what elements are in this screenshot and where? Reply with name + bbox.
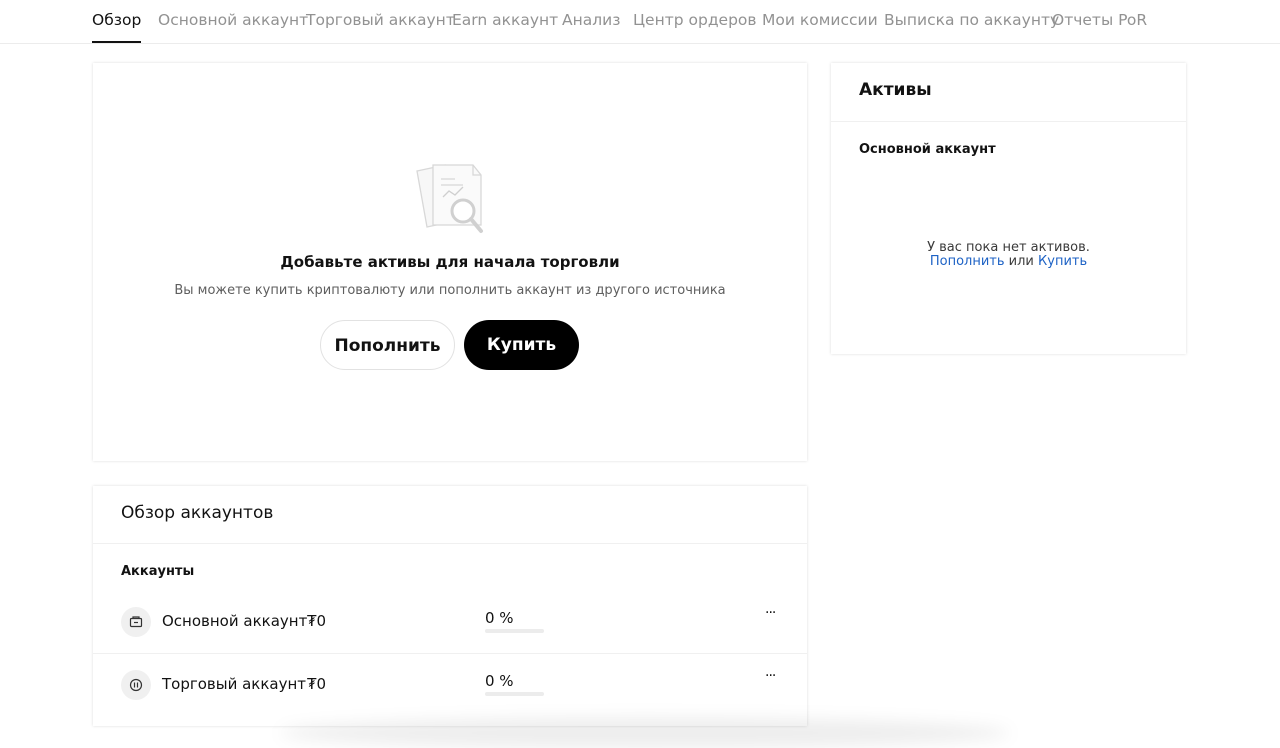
tab-order-center[interactable]: Центр ордеров xyxy=(633,0,757,43)
deposit-button[interactable]: Пополнить xyxy=(320,320,455,370)
assets-empty-text: У вас пока нет активов. xyxy=(927,240,1090,255)
tab-earn-account[interactable]: Earn аккаунт xyxy=(452,0,558,43)
more-options-icon[interactable]: ··· xyxy=(765,605,776,621)
account-tabs: Обзор Основной аккаунт Торговый аккаунт … xyxy=(0,0,1280,44)
get-started-card: Добавьте активы для начала торговли Вы м… xyxy=(93,63,807,461)
assets-buy-link[interactable]: Купить xyxy=(1038,254,1087,269)
account-balance: ₮0 xyxy=(307,675,327,693)
more-options-icon[interactable]: ··· xyxy=(765,668,776,684)
get-started-subtitle: Вы можете купить криптовалюту или пополн… xyxy=(174,283,726,298)
popup-shadow xyxy=(280,718,1010,748)
account-name: Торговый аккаунт xyxy=(162,675,307,693)
tab-trading-account[interactable]: Торговый аккаунт xyxy=(306,0,455,43)
assets-account-label: Основной аккаунт xyxy=(859,142,996,157)
accounts-column-label: Аккаунты xyxy=(121,564,195,579)
account-row[interactable]: Основной аккаунт ₮0 0 % ··· xyxy=(93,591,807,654)
account-percent-bar xyxy=(485,629,544,633)
assets-title: Активы xyxy=(859,80,932,100)
tab-overview[interactable]: Обзор xyxy=(92,0,142,43)
tab-my-fees[interactable]: Мои комиссии xyxy=(762,0,878,43)
assets-header: Активы xyxy=(831,63,1186,122)
account-row[interactable]: Торговый аккаунт ₮0 0 % ··· xyxy=(93,654,807,716)
account-percent: 0 % xyxy=(485,672,514,690)
account-percent: 0 % xyxy=(485,609,514,627)
buy-button[interactable]: Купить xyxy=(464,320,579,370)
tab-analysis[interactable]: Анализ xyxy=(562,0,620,43)
account-percent-bar xyxy=(485,692,544,696)
accounts-overview-title: Обзор аккаунтов xyxy=(121,503,274,523)
wallet-icon xyxy=(121,607,151,637)
assets-deposit-link[interactable]: Пополнить xyxy=(930,254,1005,269)
tab-por-reports[interactable]: Отчеты PoR xyxy=(1052,0,1147,43)
assets-empty-state: У вас пока нет активов. Пополнить или Ку… xyxy=(831,241,1186,269)
get-started-title: Добавьте активы для начала торговли xyxy=(280,253,620,271)
accounts-overview-card: Обзор аккаунтов Аккаунты Основной аккаун… xyxy=(93,486,807,726)
trading-icon xyxy=(121,670,151,700)
assets-card: Активы Основной аккаунт У вас пока нет а… xyxy=(831,63,1186,354)
tab-main-account[interactable]: Основной аккаунт xyxy=(158,0,308,43)
tab-account-statement[interactable]: Выписка по аккаунту xyxy=(884,0,1059,43)
account-balance: ₮0 xyxy=(307,612,327,630)
accounts-overview-header: Обзор аккаунтов xyxy=(93,486,807,544)
document-search-icon xyxy=(416,164,483,233)
account-name: Основной аккаунт xyxy=(162,612,308,630)
assets-or-text: или xyxy=(1008,254,1034,269)
